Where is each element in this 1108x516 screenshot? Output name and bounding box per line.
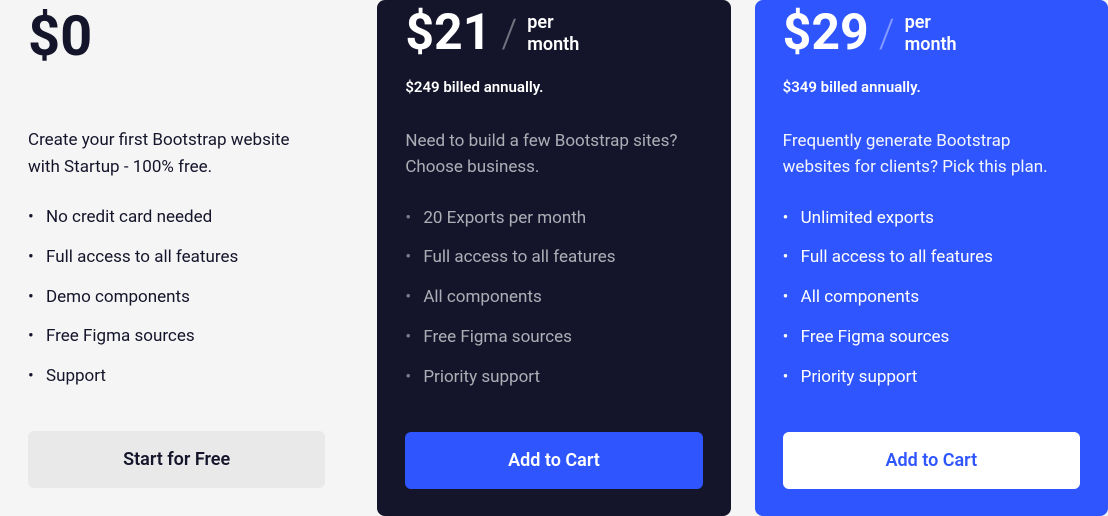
price-amount: $29: [783, 8, 869, 58]
feature-item: Unlimited exports: [783, 207, 1080, 231]
add-to-cart-button[interactable]: Add to Cart: [405, 432, 702, 489]
feature-item: All components: [405, 286, 702, 310]
add-to-cart-button[interactable]: Add to Cart: [783, 432, 1080, 489]
period-line2: month: [527, 34, 579, 55]
feature-item: All components: [783, 286, 1080, 310]
feature-item: Full access to all features: [783, 246, 1080, 270]
plan-description: Create your first Bootstrap website with…: [28, 127, 325, 180]
price-row: $29 / per month: [783, 8, 1080, 58]
feature-item: Full access to all features: [28, 246, 325, 270]
pricing-card-free: $0 Create your first Bootstrap website w…: [0, 0, 353, 516]
features-list: Unlimited exports Full access to all fea…: [783, 207, 1080, 406]
pricing-card-business: $21 / per month $249 billed annually. Ne…: [377, 0, 730, 516]
billing-note: $349 billed annually.: [783, 78, 1080, 96]
plan-description: Frequently generate Bootstrap websites f…: [783, 128, 1080, 181]
price-row: $21 / per month: [405, 8, 702, 58]
feature-item: Support: [28, 365, 325, 389]
price-row: $0: [28, 8, 325, 64]
period-line1: per: [527, 12, 553, 33]
feature-item: Free Figma sources: [783, 326, 1080, 350]
start-free-button[interactable]: Start for Free: [28, 431, 325, 488]
price-amount: $21: [405, 8, 491, 58]
price-slash-icon: /: [501, 14, 517, 54]
feature-item: Free Figma sources: [28, 325, 325, 349]
pricing-container: $0 Create your first Bootstrap website w…: [0, 0, 1108, 516]
feature-item: Priority support: [783, 366, 1080, 390]
period-line2: month: [905, 34, 957, 55]
pricing-card-agency: $29 / per month $349 billed annually. Fr…: [755, 0, 1108, 516]
billing-spacer: [28, 84, 325, 127]
feature-item: Full access to all features: [405, 246, 702, 270]
feature-item: Free Figma sources: [405, 326, 702, 350]
price-slash-icon: /: [879, 14, 895, 54]
feature-item: 20 Exports per month: [405, 207, 702, 231]
feature-item: Priority support: [405, 366, 702, 390]
billing-note: $249 billed annually.: [405, 78, 702, 96]
feature-item: No credit card needed: [28, 206, 325, 230]
price-amount: $0: [28, 8, 92, 64]
features-list: 20 Exports per month Full access to all …: [405, 207, 702, 406]
plan-description: Need to build a few Bootstrap sites? Cho…: [405, 128, 702, 181]
features-list: No credit card needed Full access to all…: [28, 206, 325, 405]
price-period: per month: [527, 12, 579, 55]
feature-item: Demo components: [28, 286, 325, 310]
price-period: per month: [905, 12, 957, 55]
period-line1: per: [905, 12, 931, 33]
